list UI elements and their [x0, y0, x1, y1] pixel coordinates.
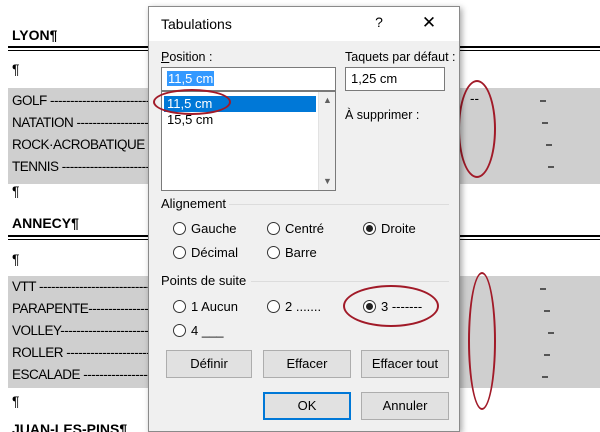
heading-annecy: ANNECY¶ — [12, 215, 79, 231]
radio-icon — [173, 222, 186, 235]
radio-icon — [173, 300, 186, 313]
radio-checked-icon — [363, 222, 376, 235]
radio-icon — [267, 222, 280, 235]
radio-label: Décimal — [191, 245, 238, 260]
radio-icon — [173, 246, 186, 259]
help-button[interactable]: ? — [372, 14, 386, 34]
to-clear-label: À supprimer : — [345, 108, 420, 122]
radio-decimal[interactable]: Décimal — [173, 245, 238, 260]
close-icon[interactable]: ✕ — [417, 12, 441, 36]
default-stops-input[interactable]: 1,25 cm — [345, 67, 445, 91]
leader-title: Points de suite — [161, 273, 247, 288]
tab-mark — [544, 354, 550, 356]
scroll-up-icon[interactable]: ▲ — [319, 92, 336, 109]
radio-bar[interactable]: Barre — [267, 245, 317, 260]
tab-mark — [546, 144, 552, 146]
radio-label: Centré — [285, 221, 325, 236]
radio-right[interactable]: Droite — [363, 221, 416, 236]
ok-button[interactable]: OK — [263, 392, 351, 420]
radio-leader-none[interactable]: 1 Aucun — [173, 299, 238, 314]
radio-icon — [267, 300, 280, 313]
pilcrow: ¶ — [12, 251, 20, 267]
radio-label: Droite — [381, 221, 416, 236]
heading-juan-les-pins: JUAN-LES-PINS¶ — [12, 421, 128, 432]
clear-all-button[interactable]: Effacer tout — [361, 350, 449, 378]
default-stops-value: 1,25 cm — [351, 71, 398, 86]
tab-mark — [544, 310, 550, 312]
radio-label: 1 Aucun — [191, 299, 238, 314]
position-input[interactable]: 11,5 cm — [161, 67, 336, 91]
radio-label: 4 ___ — [191, 323, 224, 338]
set-button[interactable]: Définir — [166, 350, 252, 378]
list-scrollbar[interactable]: ▲ ▼ — [318, 92, 335, 190]
radio-icon — [267, 246, 280, 259]
clear-button[interactable]: Effacer — [263, 350, 351, 378]
tab-mark — [542, 376, 548, 378]
tab-mark — [548, 166, 554, 168]
dialog-titlebar: Tabulations ? ✕ — [149, 7, 459, 41]
radio-label: Barre — [285, 245, 317, 260]
group-divider — [229, 204, 449, 205]
tab-mark — [540, 288, 546, 290]
pilcrow: ¶ — [12, 183, 20, 199]
radio-left[interactable]: Gauche — [173, 221, 237, 236]
annotation-ring-annecy — [468, 272, 496, 410]
doc-row-rock: ROCK·ACROBATIQUE — [12, 137, 145, 152]
tab-mark — [548, 332, 554, 334]
tab-mark — [542, 122, 548, 124]
radio-icon — [173, 324, 186, 337]
heading-lyon: LYON¶ — [12, 27, 58, 43]
tab-mark — [540, 100, 546, 102]
radio-label: 2 ....... — [285, 299, 322, 314]
scroll-down-icon[interactable]: ▼ — [319, 173, 336, 190]
dialog-title: Tabulations — [161, 16, 232, 32]
pilcrow: ¶ — [12, 393, 20, 409]
position-value: 11,5 cm — [167, 71, 215, 86]
cancel-button[interactable]: Annuler — [361, 392, 449, 420]
pilcrow: ¶ — [12, 61, 20, 77]
radio-label: Gauche — [191, 221, 237, 236]
alignment-title: Alignement — [161, 196, 227, 211]
radio-leader-line[interactable]: 4 ___ — [173, 323, 224, 338]
tabs-dialog: Tabulations ? ✕ Position : 11,5 cm 11,5 … — [148, 6, 460, 432]
position-label: Position : — [161, 50, 213, 64]
default-stops-label: Taquets par défaut : — [345, 50, 456, 64]
group-divider — [251, 281, 449, 282]
annotation-ring-position — [153, 89, 231, 115]
position-label-text: osition : — [169, 50, 213, 64]
radio-center[interactable]: Centré — [267, 221, 324, 236]
doc-row-golf: GOLF ------------------------------ — [12, 93, 170, 108]
annotation-ring-lyon — [458, 80, 496, 178]
radio-leader-dots[interactable]: 2 ....... — [267, 299, 321, 314]
annotation-ring-leader — [343, 285, 439, 327]
